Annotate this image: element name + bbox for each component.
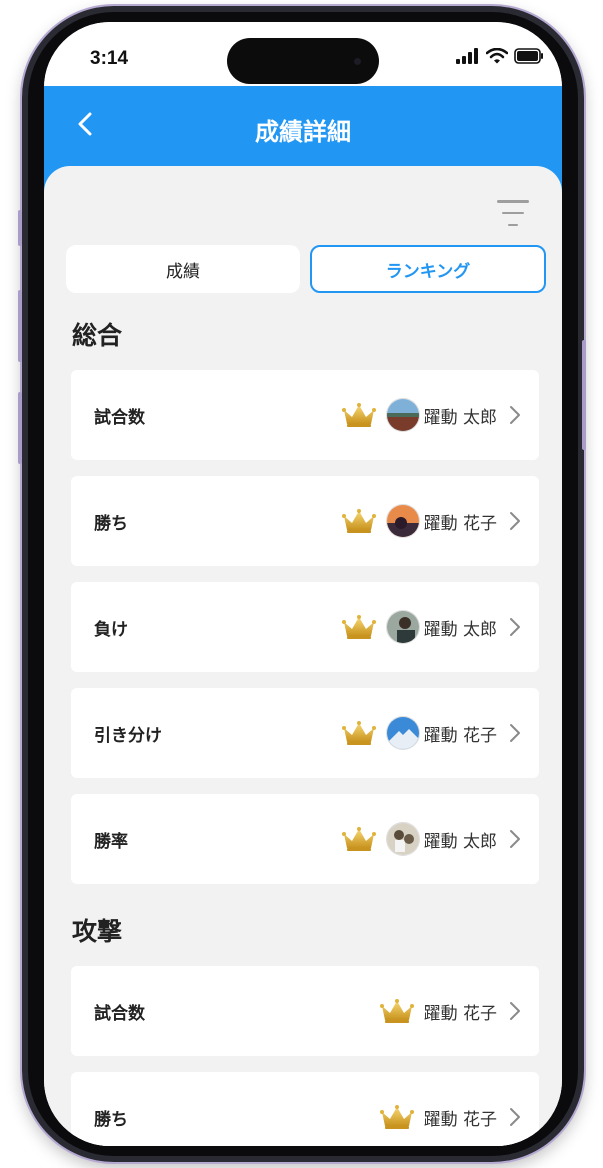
ranking-row-label: 勝ち xyxy=(94,1109,128,1130)
power-button xyxy=(582,340,586,450)
volume-up-button xyxy=(18,290,22,362)
ranking-row-label: 引き分け xyxy=(94,725,162,746)
leader-name: 躍動 花子 xyxy=(423,1003,497,1024)
ranking-row-label: 勝ち xyxy=(94,513,128,534)
ranking-row-leader: 躍動 花子 xyxy=(341,688,521,778)
leader-name: 躍動 花子 xyxy=(423,513,497,534)
wifi-icon xyxy=(486,48,508,64)
avatar xyxy=(385,822,420,856)
filter-icon xyxy=(497,200,529,203)
tab-results[interactable]: 成績 xyxy=(66,245,300,293)
ranking-row-leader: 躍動 太郎 xyxy=(341,794,521,884)
ranking-row-leader: 躍動 花子 xyxy=(379,966,521,1056)
ranking-row[interactable]: 勝ち 躍動 花子 xyxy=(71,1072,539,1146)
screen: 3:14 成績詳細 成績 ランキング 総合 試合数 躍動 太郎 勝ち 躍動 花子… xyxy=(44,22,562,1146)
status-bar: 3:14 xyxy=(44,22,562,86)
ranking-row-label: 勝率 xyxy=(94,831,128,852)
dynamic-island xyxy=(227,38,379,84)
avatar xyxy=(385,398,420,432)
chevron-right-icon xyxy=(510,406,520,424)
volume-down-button xyxy=(18,392,22,464)
ranking-row[interactable]: 勝ち 躍動 花子 xyxy=(71,476,539,566)
page-title: 成績詳細 xyxy=(255,118,351,146)
section-title: 総合 xyxy=(72,321,123,350)
crown-icon xyxy=(341,615,376,639)
filter-button[interactable] xyxy=(496,200,530,226)
leader-name: 躍動 太郎 xyxy=(423,619,497,640)
crown-icon xyxy=(379,1105,414,1129)
chevron-right-icon xyxy=(510,830,520,848)
status-icons xyxy=(456,48,544,64)
signal-icon xyxy=(456,48,478,64)
crown-icon xyxy=(341,721,376,745)
status-time: 3:14 xyxy=(90,48,129,69)
leader-name: 躍動 太郎 xyxy=(423,831,497,852)
chevron-right-icon xyxy=(510,512,520,530)
tab-bar: 成績 ランキング xyxy=(66,245,546,293)
ranking-row-leader: 躍動 花子 xyxy=(379,1072,521,1146)
silent-switch xyxy=(18,210,22,246)
ranking-row-leader: 躍動 太郎 xyxy=(341,370,521,460)
chevron-right-icon xyxy=(510,1108,520,1126)
crown-icon xyxy=(379,999,414,1023)
ranking-row-label: 負け xyxy=(94,619,128,640)
ranking-row[interactable]: 勝率 躍動 太郎 xyxy=(71,794,539,884)
ranking-row[interactable]: 引き分け 躍動 花子 xyxy=(71,688,539,778)
chevron-right-icon xyxy=(510,724,520,742)
chevron-right-icon xyxy=(510,618,520,636)
ranking-row[interactable]: 試合数 躍動 太郎 xyxy=(71,370,539,460)
leader-name: 躍動 花子 xyxy=(423,1109,497,1130)
ranking-row-leader: 躍動 花子 xyxy=(341,476,521,566)
ranking-row-label: 試合数 xyxy=(94,1003,145,1024)
ranking-row[interactable]: 負け 躍動 太郎 xyxy=(71,582,539,672)
ranking-row[interactable]: 試合数 躍動 花子 xyxy=(71,966,539,1056)
avatar xyxy=(385,504,420,538)
chevron-right-icon xyxy=(510,1002,520,1020)
section-title: 攻撃 xyxy=(72,917,123,946)
content-panel: 成績 ランキング 総合 試合数 躍動 太郎 勝ち 躍動 花子 負け 躍動 太郎 引き分け 躍動 … xyxy=(44,166,562,1146)
avatar xyxy=(385,610,420,644)
crown-icon xyxy=(341,509,376,533)
battery-icon xyxy=(514,48,543,64)
avatar xyxy=(385,716,420,750)
tab-ranking[interactable]: ランキング xyxy=(310,245,546,293)
crown-icon xyxy=(341,403,376,427)
crown-icon xyxy=(341,827,376,851)
leader-name: 躍動 花子 xyxy=(423,725,497,746)
leader-name: 躍動 太郎 xyxy=(423,407,497,428)
ranking-row-label: 試合数 xyxy=(94,407,145,428)
ranking-row-leader: 躍動 太郎 xyxy=(341,582,521,672)
